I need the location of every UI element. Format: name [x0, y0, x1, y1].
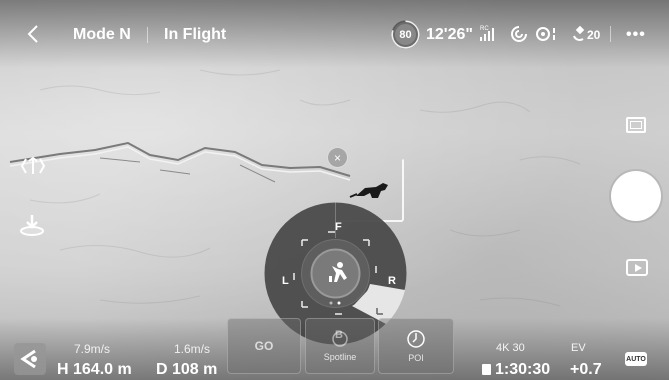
spotlight-button[interactable]: Spotline [305, 318, 375, 374]
return-home-icon[interactable] [19, 212, 45, 238]
back-icon [27, 25, 38, 43]
map-icon [20, 349, 37, 369]
spotlight-label: Spotline [323, 352, 357, 362]
auto-badge[interactable]: AUTO [625, 352, 647, 366]
altitude: H 164.0 m [57, 361, 132, 378]
back-button[interactable] [22, 20, 44, 48]
flight-time: 12'26" [426, 26, 473, 43]
ev-value[interactable]: +0.7 [570, 361, 602, 379]
rc-signal-icon[interactable]: RC [478, 23, 498, 43]
divider [147, 27, 148, 43]
horizontal-speed: 7.9m/s [74, 342, 111, 356]
vertical-speed: 1.6m/s [174, 342, 211, 356]
satellite-count: 20 [587, 28, 601, 42]
wheel-left[interactable]: L [282, 275, 289, 287]
distance: D 108 m [156, 361, 218, 378]
playback-icon[interactable] [626, 259, 648, 276]
tracking-close-button[interactable]: × [327, 147, 348, 168]
poi-icon [407, 330, 425, 348]
top-status-bar: Mode N In Flight 80 12'26" RC 20 ••• [0, 0, 669, 68]
retreat-icon[interactable] [20, 156, 46, 176]
go-button[interactable]: GO [227, 318, 301, 374]
flight-state: In Flight [164, 26, 227, 43]
video-resolution[interactable]: 4K 30 [496, 342, 525, 354]
battery-level[interactable]: 80 [393, 22, 418, 47]
wheel-right[interactable]: R [388, 275, 396, 287]
remaining-record-time: 1:30:30 [495, 361, 551, 378]
flight-mode[interactable]: Mode N [73, 26, 131, 44]
map-button[interactable] [14, 343, 46, 375]
poi-button[interactable]: POI [378, 318, 454, 374]
rc-label: RC [480, 26, 489, 32]
gps-icon[interactable] [510, 25, 528, 43]
wheel-front[interactable]: F [335, 221, 342, 233]
storage-icon [482, 364, 491, 375]
shutter-button[interactable] [611, 171, 661, 221]
vision-icon[interactable] [535, 25, 565, 43]
spotlight-icon [332, 331, 348, 347]
ev-label: EV [571, 342, 586, 354]
more-button[interactable]: ••• [626, 26, 646, 44]
photo-mode-icon[interactable] [626, 117, 646, 133]
satellite-icon[interactable] [571, 24, 587, 42]
divider [610, 26, 611, 42]
poi-label: POI [408, 353, 424, 363]
